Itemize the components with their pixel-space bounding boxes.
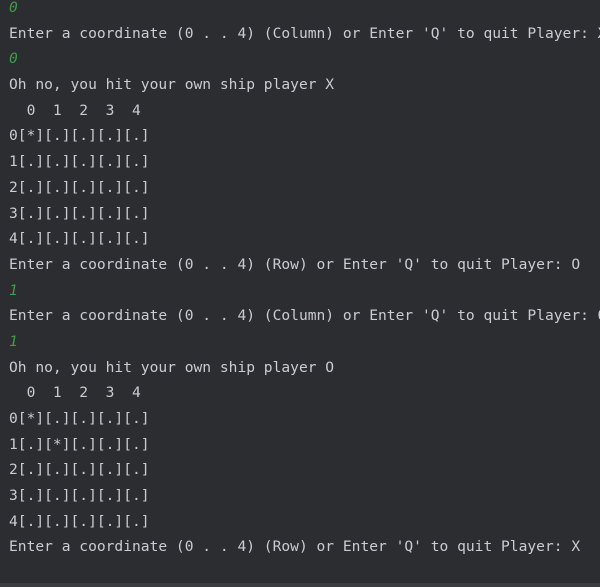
user-input-line: 0 — [9, 50, 18, 68]
prompt-line: Enter a coordinate (0 . . 4) (Row) or En… — [9, 255, 581, 273]
board-row-line: 1[.][.][.][.][.] — [9, 153, 150, 171]
console-output[interactable]: 0 Enter a coordinate (0 . . 4) (Column) … — [0, 0, 600, 582]
board-row-line: 0[*][.][.][.][.] — [9, 410, 150, 427]
board-row-line: 3[.][.][.][.][.] — [9, 204, 150, 222]
board-header-line: 0 1 2 3 4 — [9, 101, 141, 119]
message-line: Oh no, you hit your own ship player X — [9, 76, 335, 94]
board-header-line: 0 1 2 3 4 — [9, 384, 141, 402]
console-bottom-border — [0, 583, 600, 587]
board-row-line: 4[.][.][.][.][.] — [9, 512, 150, 530]
prompt-line: Enter a coordinate (0 . . 4) (Column) or… — [9, 307, 600, 325]
user-input-line: 1 — [9, 332, 18, 350]
prompt-line: Enter a coordinate (0 . . 4) (Row) or En… — [9, 538, 581, 556]
board-row-line: 2[.][.][.][.][.] — [9, 178, 150, 196]
prompt-line: Enter a coordinate (0 . . 4) (Column) or… — [9, 24, 600, 42]
board-row-line: 1[.][*][.][.][.] — [9, 435, 150, 453]
board-row-line: 3[.][.][.][.][.] — [9, 487, 150, 505]
board-row-line: 4[.][.][.][.][.] — [9, 230, 150, 248]
user-input-line: 0 — [9, 0, 18, 16]
board-row-line: 2[.][.][.][.][.] — [9, 461, 150, 479]
user-input-line: 1 — [9, 281, 18, 299]
board-row-line: 0[*][.][.][.][.] — [9, 127, 150, 145]
message-line: Oh no, you hit your own ship player O — [9, 358, 335, 376]
